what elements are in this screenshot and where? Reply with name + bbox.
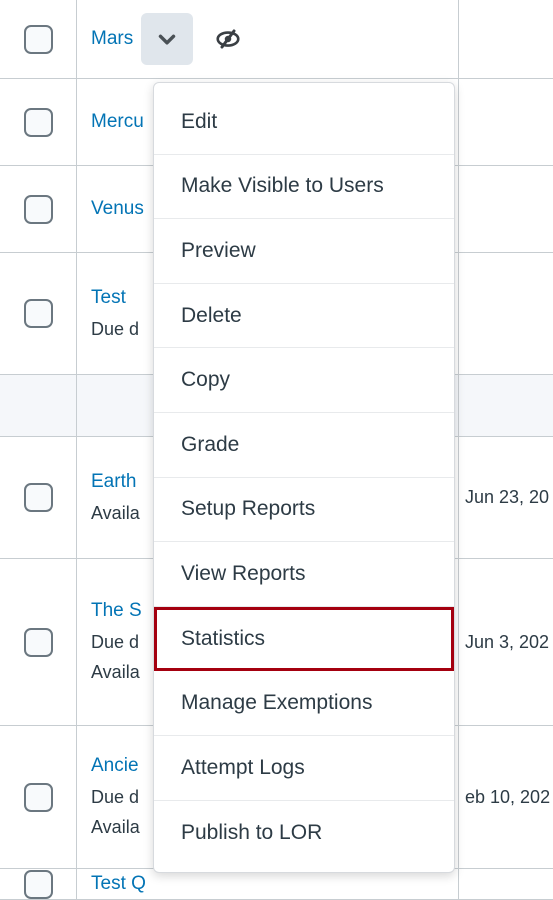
row-date-cell: eb 10, 202: [458, 726, 553, 868]
row-checkbox-cell[interactable]: [0, 79, 77, 165]
chevron-down-icon: [154, 26, 180, 52]
row-checkbox[interactable]: [23, 483, 53, 512]
row-date-text: Jun 3, 202: [465, 631, 550, 652]
row-date-cell: Jun 3, 202: [458, 559, 553, 725]
menu-item-label: View Reports: [181, 561, 306, 585]
row-date-text: eb 10, 202: [465, 786, 551, 807]
row-checkbox[interactable]: [23, 299, 53, 328]
menu-item-statistics[interactable]: Statistics: [154, 606, 454, 672]
row-checkbox-cell[interactable]: [0, 726, 77, 868]
quiz-title-link[interactable]: Earth: [91, 471, 136, 493]
row-checkbox-cell[interactable]: [0, 869, 77, 899]
row-date-cell: Jun 23, 20: [458, 437, 553, 558]
table-row: Mars: [0, 0, 553, 79]
menu-item-label: Make Visible to Users: [181, 174, 384, 198]
menu-item-make-visible-to-users[interactable]: Make Visible to Users: [154, 154, 454, 220]
quiz-title-link[interactable]: Mars: [91, 28, 133, 50]
quiz-title-link[interactable]: Ancie: [91, 755, 139, 777]
menu-item-view-reports[interactable]: View Reports: [154, 542, 454, 607]
row-content-cell: Test Q: [77, 869, 458, 899]
menu-item-label: Manage Exemptions: [181, 691, 373, 715]
quiz-title-link[interactable]: Mercu: [91, 111, 144, 133]
menu-item-label: Delete: [181, 303, 242, 327]
quiz-list-screen: MarsMercuVenusTestDue dPast CEarthAvaila…: [0, 0, 553, 900]
row-checkbox[interactable]: [23, 869, 53, 899]
row-checkbox-cell[interactable]: [0, 253, 77, 374]
row-date-cell: [458, 166, 553, 252]
menu-item-edit[interactable]: Edit: [154, 90, 454, 155]
quiz-title-link[interactable]: The S: [91, 600, 142, 622]
row-checkbox[interactable]: [23, 107, 53, 137]
menu-item-publish-to-lor[interactable]: Publish to LOR: [154, 800, 454, 866]
quiz-title-link[interactable]: Test: [91, 287, 126, 309]
context-dropdown-menu[interactable]: Edit Make Visible to Users Preview Delete Co…: [153, 82, 455, 874]
row-content-cell: Mars: [77, 0, 458, 78]
menu-item-grade[interactable]: Grade: [154, 412, 454, 478]
quiz-title-link[interactable]: Test Q: [91, 873, 146, 895]
menu-item-manage-exemptions[interactable]: Manage Exemptions: [154, 671, 454, 736]
row-checkbox-cell[interactable]: [0, 437, 77, 558]
menu-item-label: Edit: [181, 109, 218, 133]
menu-item-label: Publish to LOR: [181, 820, 323, 844]
section-checkbox-cell: [0, 375, 77, 436]
row-date-text: Jun 23, 20: [465, 487, 550, 507]
row-checkbox[interactable]: [23, 627, 53, 657]
menu-item-delete[interactable]: Delete: [154, 283, 454, 349]
eye-slash-icon[interactable]: [213, 24, 243, 54]
menu-item-label: Preview: [181, 238, 256, 262]
row-date-cell: [458, 0, 553, 78]
row-actions-chevron-button[interactable]: [141, 13, 194, 65]
menu-item-attempt-logs[interactable]: Attempt Logs: [154, 735, 454, 801]
row-checkbox-cell[interactable]: [0, 0, 77, 78]
menu-item-label: Statistics: [181, 626, 266, 650]
section-date-cell: [458, 375, 553, 436]
row-checkbox[interactable]: [23, 24, 53, 54]
menu-item-setup-reports[interactable]: Setup Reports: [154, 477, 454, 543]
menu-item-preview[interactable]: Preview: [154, 219, 454, 284]
table-row: Test Q: [0, 869, 553, 900]
row-checkbox-cell[interactable]: [0, 559, 77, 725]
row-checkbox[interactable]: [23, 782, 53, 812]
menu-item-label: Copy: [181, 368, 231, 392]
menu-item-label: Grade: [181, 432, 240, 456]
quiz-title-link[interactable]: Venus: [91, 198, 144, 220]
row-date-cell: [458, 869, 553, 899]
menu-item-copy[interactable]: Copy: [154, 348, 454, 413]
menu-item-label: Attempt Logs: [181, 755, 305, 779]
menu-item-label: Setup Reports: [181, 497, 316, 521]
row-title-row: Mars: [91, 13, 444, 65]
row-title-row: Test Q: [91, 873, 444, 895]
row-date-cell: [458, 79, 553, 165]
row-checkbox-cell[interactable]: [0, 166, 77, 252]
row-checkbox[interactable]: [23, 194, 53, 224]
row-date-cell: [458, 253, 553, 374]
